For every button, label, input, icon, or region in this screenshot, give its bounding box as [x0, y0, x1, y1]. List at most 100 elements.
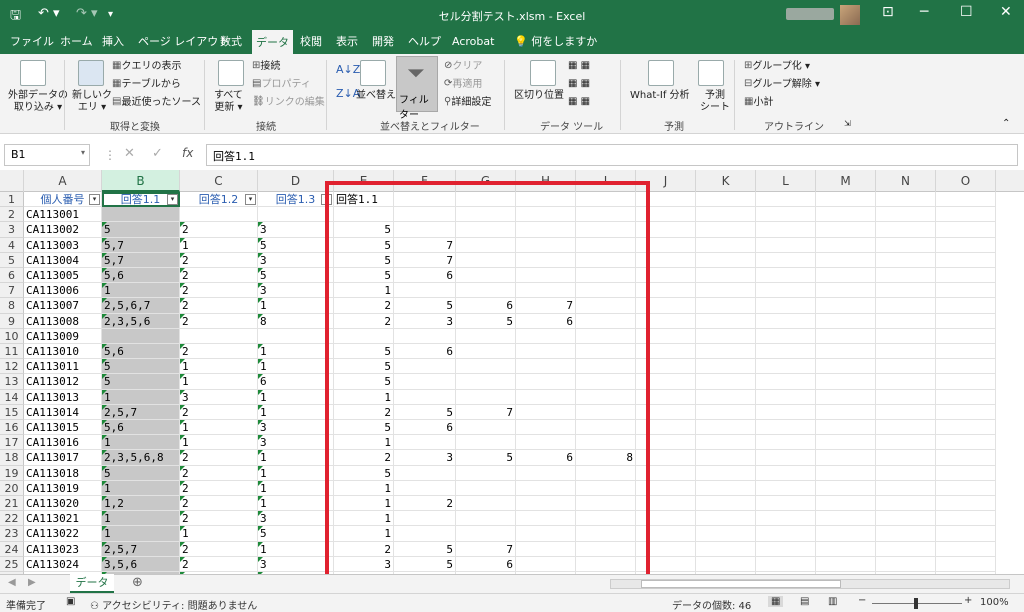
table-cell[interactable]: CA113019 — [24, 480, 102, 496]
subtotal-button[interactable]: ▦ 小計 — [744, 96, 773, 109]
table-cell[interactable]: 回答1.1 — [334, 192, 394, 208]
table-cell[interactable] — [876, 222, 936, 238]
table-cell[interactable] — [576, 298, 636, 314]
table-cell[interactable]: CA113005 — [24, 268, 102, 284]
table-cell[interactable] — [516, 207, 576, 223]
column-header-n[interactable]: N — [876, 170, 936, 192]
normal-view-icon[interactable]: ▦ — [768, 596, 784, 607]
table-cell[interactable]: CA113010 — [24, 344, 102, 360]
tab-data[interactable]: データ — [252, 30, 293, 54]
table-cell[interactable]: 2 — [334, 541, 394, 557]
table-cell[interactable] — [936, 192, 996, 208]
table-cell[interactable]: 5,6 — [102, 268, 180, 284]
table-cell[interactable] — [756, 268, 816, 284]
table-cell[interactable] — [576, 480, 636, 496]
table-cell[interactable] — [576, 435, 636, 451]
table-cell[interactable] — [516, 526, 576, 542]
table-cell[interactable]: 5 — [456, 313, 516, 329]
table-cell[interactable] — [876, 404, 936, 420]
table-cell[interactable]: 3 — [394, 313, 456, 329]
column-header-a[interactable]: A — [24, 170, 102, 192]
table-cell[interactable] — [636, 511, 696, 527]
column-header-e[interactable]: E — [334, 170, 394, 192]
table-cell[interactable]: 5 — [334, 237, 394, 253]
table-cell[interactable]: 2 — [180, 298, 258, 314]
table-cell[interactable] — [636, 359, 696, 375]
table-cell[interactable] — [756, 222, 816, 238]
table-cell[interactable]: 6 — [516, 450, 576, 466]
table-cell[interactable] — [456, 526, 516, 542]
table-cell[interactable]: 5 — [456, 450, 516, 466]
table-cell[interactable] — [102, 328, 180, 344]
filter-button[interactable]: ⏷ フィルター — [396, 56, 438, 121]
table-cell[interactable]: CA113009 — [24, 328, 102, 344]
table-cell[interactable]: CA113011 — [24, 359, 102, 375]
table-cell[interactable]: 1 — [180, 526, 258, 542]
table-cell[interactable]: 1 — [334, 480, 394, 496]
table-cell[interactable]: 2 — [180, 480, 258, 496]
table-cell[interactable] — [756, 389, 816, 405]
table-cell[interactable]: 5 — [334, 465, 394, 481]
table-cell[interactable] — [516, 465, 576, 481]
table-cell[interactable]: 1 — [102, 389, 180, 405]
table-cell[interactable] — [756, 480, 816, 496]
table-cell[interactable] — [876, 496, 936, 512]
table-cell[interactable] — [258, 328, 334, 344]
table-cell[interactable]: 5,7 — [102, 237, 180, 253]
table-cell[interactable] — [756, 465, 816, 481]
table-cell[interactable]: 5 — [334, 222, 394, 238]
table-cell[interactable] — [636, 268, 696, 284]
table-cell[interactable] — [636, 435, 696, 451]
table-cell[interactable] — [394, 435, 456, 451]
table-cell[interactable] — [876, 374, 936, 390]
table-cell[interactable] — [456, 359, 516, 375]
table-cell[interactable] — [936, 328, 996, 344]
table-cell[interactable]: CA113003 — [24, 237, 102, 253]
table-cell[interactable]: 5 — [394, 404, 456, 420]
table-cell[interactable] — [876, 389, 936, 405]
table-cell[interactable] — [456, 283, 516, 299]
table-cell[interactable]: 7 — [516, 298, 576, 314]
table-cell[interactable] — [816, 328, 876, 344]
table-cell[interactable]: 3 — [334, 556, 394, 572]
table-cell[interactable] — [756, 298, 816, 314]
table-cell[interactable] — [576, 192, 636, 208]
table-cell[interactable] — [394, 526, 456, 542]
column-header-l[interactable]: L — [756, 170, 816, 192]
table-cell[interactable] — [876, 237, 936, 253]
ungroup-button[interactable]: ⊟ グループ解除 ▾ — [744, 78, 820, 91]
table-cell[interactable] — [816, 207, 876, 223]
zoom-thumb[interactable] — [914, 598, 918, 609]
table-cell[interactable]: 2 — [180, 222, 258, 238]
table-cell[interactable] — [516, 496, 576, 512]
tab-review[interactable]: 校閲 — [296, 30, 326, 54]
table-cell[interactable] — [696, 526, 756, 542]
table-cell[interactable] — [936, 207, 996, 223]
prev-sheet-icon[interactable]: ◀ — [8, 577, 16, 588]
table-cell[interactable]: 5 — [102, 222, 180, 238]
table-cell[interactable]: 5 — [394, 541, 456, 557]
table-cell[interactable] — [696, 252, 756, 268]
table-cell[interactable]: CA113013 — [24, 389, 102, 405]
forecast-sheet-button[interactable]: 予測 シート — [700, 90, 730, 114]
table-cell[interactable] — [394, 359, 456, 375]
table-cell[interactable]: CA113004 — [24, 252, 102, 268]
name-box[interactable]: B1 ▾ — [4, 144, 90, 166]
table-cell[interactable] — [456, 344, 516, 360]
table-cell[interactable] — [876, 465, 936, 481]
table-cell[interactable] — [936, 404, 996, 420]
table-cell[interactable]: 2 — [180, 313, 258, 329]
table-cell[interactable]: CA113012 — [24, 374, 102, 390]
row-header[interactable]: 3 — [0, 222, 24, 238]
table-cell[interactable] — [576, 344, 636, 360]
table-cell[interactable]: 5 — [394, 298, 456, 314]
row-header[interactable]: 5 — [0, 252, 24, 268]
table-cell[interactable]: 5 — [334, 252, 394, 268]
table-cell[interactable]: CA113016 — [24, 435, 102, 451]
table-cell[interactable]: CA113024 — [24, 556, 102, 572]
table-cell[interactable] — [816, 541, 876, 557]
table-cell[interactable] — [756, 192, 816, 208]
table-cell[interactable] — [696, 313, 756, 329]
table-cell[interactable] — [816, 480, 876, 496]
table-cell[interactable] — [456, 328, 516, 344]
